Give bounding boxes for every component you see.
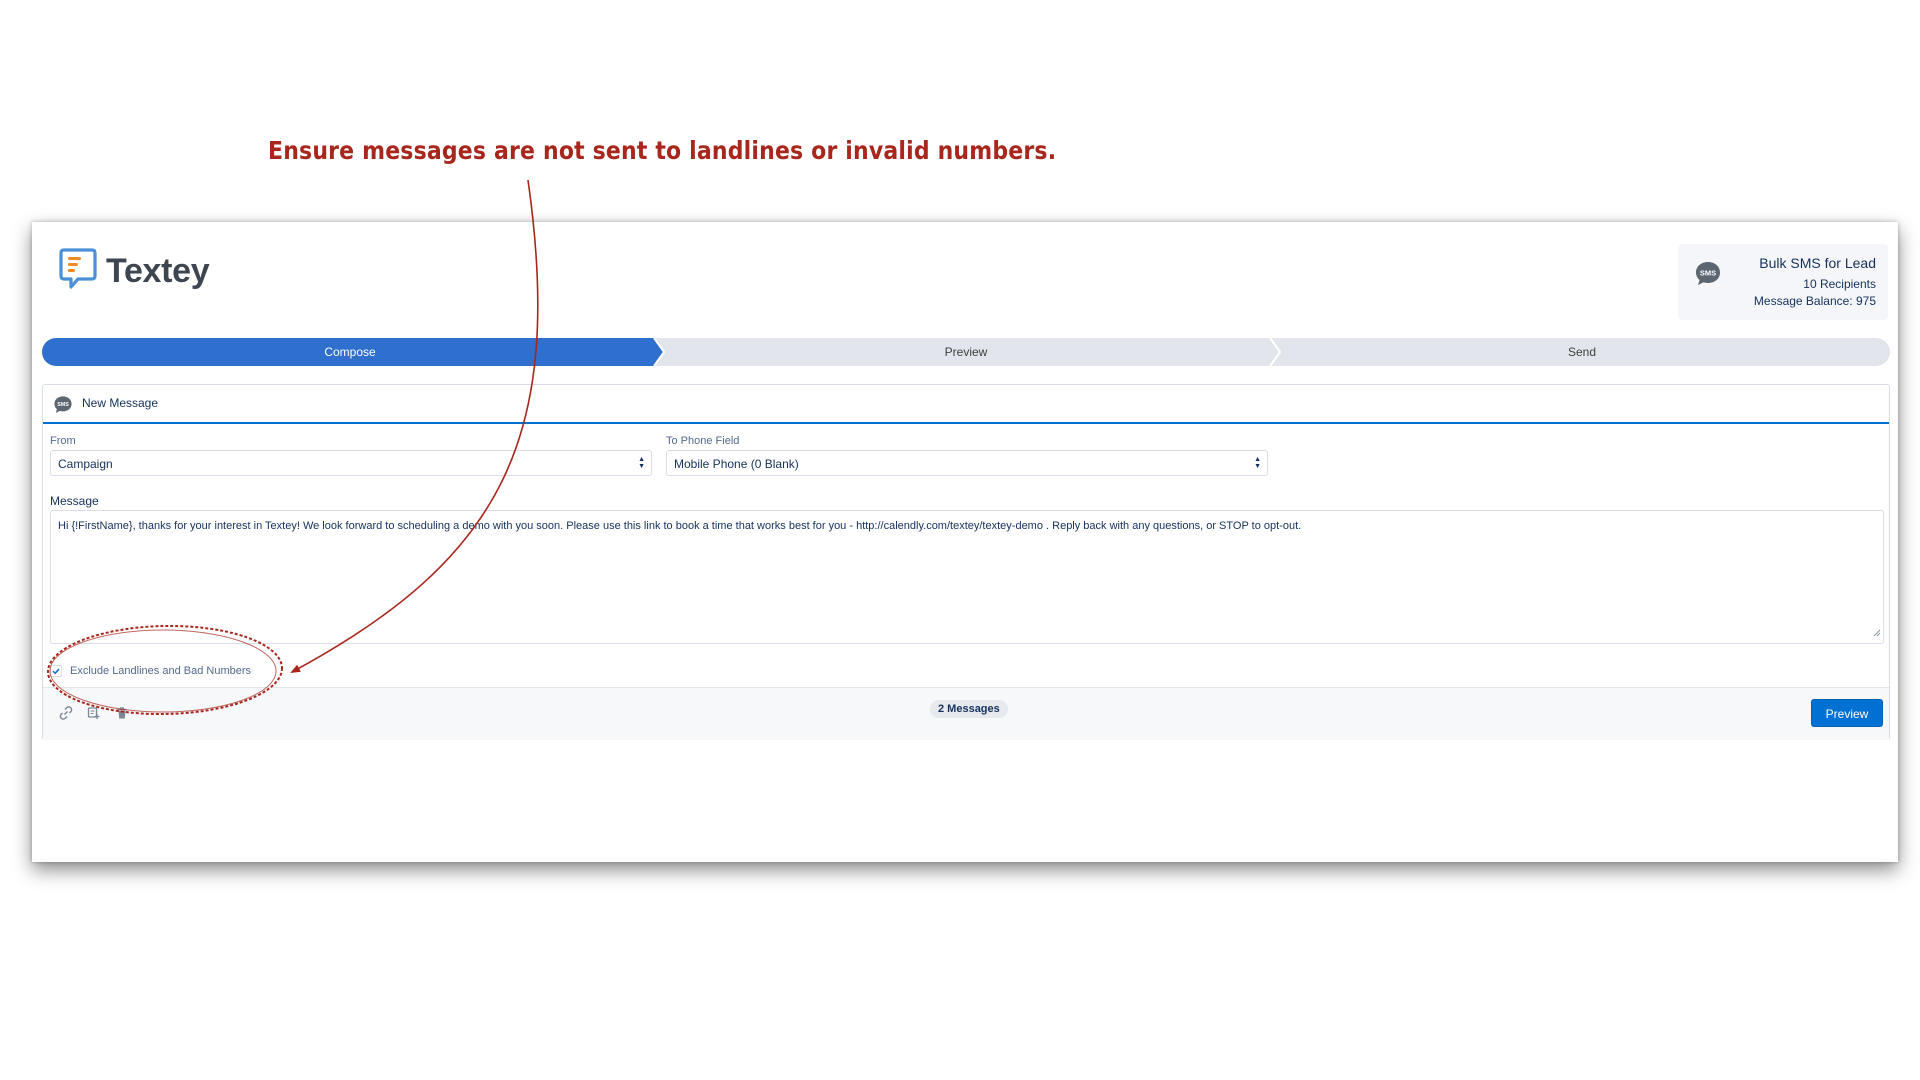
card-footer: 2 Messages Preview: [43, 687, 1889, 740]
message-balance: Message Balance: 975: [1753, 294, 1876, 308]
svg-text:SMS: SMS: [1700, 269, 1716, 278]
message-text: Hi {!FirstName}, thanks for your interes…: [58, 520, 1302, 532]
resize-grip-icon[interactable]: [1873, 627, 1881, 641]
message-textarea[interactable]: Hi {!FirstName}, thanks for your interes…: [50, 510, 1884, 644]
card-title: New Message: [82, 396, 159, 410]
preview-button[interactable]: Preview: [1811, 699, 1883, 727]
info-title: Bulk SMS for Lead: [1759, 255, 1876, 271]
exclude-landlines-label: Exclude Landlines and Bad Numbers: [70, 665, 252, 677]
from-label: From: [50, 435, 76, 447]
to-phone-select[interactable]: Mobile Phone (0 Blank) ▲ ▼: [666, 450, 1268, 476]
from-value: Campaign: [58, 457, 113, 471]
textey-window: Textey SMS Bulk SMS for Lead 10 Recipien…: [32, 222, 1898, 862]
recipients-count: 10 Recipients: [1803, 277, 1876, 291]
annotation-text: Ensure messages are not sent to landline…: [268, 136, 1057, 165]
select-arrows-icon: ▲ ▼: [1254, 456, 1261, 470]
path-step-preview[interactable]: Preview: [658, 338, 1274, 366]
speech-bubble-icon: [58, 246, 98, 297]
trash-icon[interactable]: [115, 706, 129, 725]
exclude-landlines-row[interactable]: Exclude Landlines and Bad Numbers: [50, 665, 251, 677]
message-count-badge: 2 Messages: [930, 700, 1008, 718]
path-step-compose[interactable]: Compose: [42, 338, 658, 366]
textey-logo: Textey: [58, 246, 210, 297]
to-phone-value: Mobile Phone (0 Blank): [674, 457, 799, 471]
from-select[interactable]: Campaign ▲ ▼: [50, 450, 652, 476]
sms-bubble-icon: SMS: [1694, 260, 1722, 293]
card-header: SMS New Message: [43, 385, 1889, 424]
progress-path: Compose Preview Send: [42, 338, 1890, 366]
exclude-landlines-checkbox[interactable]: [50, 665, 62, 677]
link-icon[interactable]: [59, 706, 73, 725]
select-arrows-icon: ▲ ▼: [638, 456, 645, 470]
info-card: SMS Bulk SMS for Lead 10 Recipients Mess…: [1678, 244, 1888, 320]
checkmark-icon: [52, 668, 60, 675]
new-message-card: SMS New Message From Campaign ▲ ▼ To Phon…: [42, 384, 1890, 740]
sms-bubble-icon: SMS: [53, 395, 73, 420]
template-icon[interactable]: [87, 706, 101, 725]
path-step-send[interactable]: Send: [1274, 338, 1890, 366]
message-label: Message: [50, 494, 99, 508]
logo-text: Textey: [106, 252, 210, 290]
svg-text:SMS: SMS: [57, 402, 69, 408]
to-phone-label: To Phone Field: [666, 435, 740, 447]
